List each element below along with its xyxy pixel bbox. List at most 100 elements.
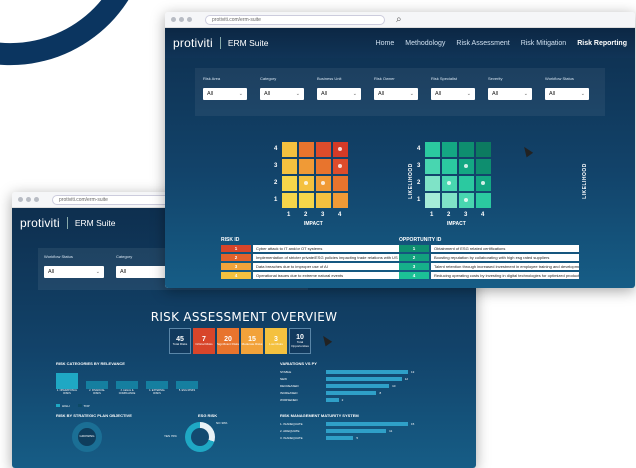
risk-marker[interactable] bbox=[447, 181, 451, 185]
hbar-row[interactable]: NEW 12 bbox=[280, 375, 414, 382]
list-id: 2 bbox=[221, 254, 251, 261]
filter-value: All bbox=[207, 91, 214, 97]
filter-value: All bbox=[264, 91, 271, 97]
suite-title: ERM Suite bbox=[227, 38, 269, 48]
hbar-row[interactable]: DECREASED 10 bbox=[280, 382, 414, 389]
kpi-card[interactable]: 10 Total Opportunities bbox=[289, 328, 311, 354]
brand-logo[interactable]: protiviti bbox=[173, 36, 213, 50]
esg-yes-label: YES 70% bbox=[164, 434, 177, 438]
category-bar[interactable] bbox=[116, 381, 138, 389]
filter-select[interactable]: All ⌄ bbox=[545, 88, 589, 100]
hbar-row[interactable]: INCREASED 8 bbox=[280, 389, 414, 396]
list-row[interactable]: 4 Reducing operating costs by investing i… bbox=[399, 272, 579, 279]
brand-logo[interactable]: protiviti bbox=[20, 216, 60, 230]
filter-value: All bbox=[321, 91, 328, 97]
list-text: Operational issues due to extreme natura… bbox=[253, 272, 401, 279]
window-dot-icon bbox=[179, 17, 184, 22]
category-legend: HIGH TOP bbox=[56, 404, 90, 408]
kpi-card[interactable]: 7 Critical Risks bbox=[193, 328, 215, 354]
heatmap-cell bbox=[459, 176, 474, 191]
menu-risk-assessment[interactable]: Risk Assessment bbox=[456, 40, 509, 47]
window-dot-icon bbox=[34, 197, 39, 202]
hbar bbox=[326, 421, 408, 426]
kpi-card[interactable]: 45 Total Risks bbox=[169, 328, 191, 354]
heatmap-cell bbox=[476, 142, 491, 157]
hbar bbox=[326, 397, 339, 402]
filter-label: Workflow Status bbox=[545, 76, 574, 81]
address-bar[interactable]: protiviti.com/erm-suite bbox=[52, 194, 182, 205]
heatmap-cell bbox=[282, 142, 297, 157]
list-row[interactable]: 1 Cyber attack to IT and/or OT systems bbox=[221, 245, 401, 252]
hbar-row[interactable]: STABLE 13 bbox=[280, 368, 414, 375]
filter-select[interactable]: All ⌄ bbox=[431, 88, 475, 100]
risk-marker[interactable] bbox=[338, 147, 342, 151]
menu-risk-reporting[interactable]: Risk Reporting bbox=[577, 40, 627, 47]
chevron-down-icon: ⌄ bbox=[238, 91, 243, 97]
hbar-row[interactable]: 1. INADEQUATE 15 bbox=[280, 420, 414, 427]
kpi-card[interactable]: 3 Low Risks bbox=[265, 328, 287, 354]
list-row[interactable]: 3 Data breaches due to improper use of AI bbox=[221, 263, 401, 270]
filter-select[interactable]: All ⌄ bbox=[260, 88, 304, 100]
hbar-row[interactable]: WORSENED 2 bbox=[280, 396, 414, 403]
category-label: 3. LEGAL & COMPLIANCE bbox=[118, 389, 136, 395]
filter-label: Business Unit bbox=[317, 76, 342, 81]
y-tick-label: 3 bbox=[274, 163, 278, 169]
x-axis-label: IMPACT bbox=[447, 221, 466, 227]
filter-item: Risk Owner All ⌄ bbox=[374, 76, 418, 108]
list-row[interactable]: 2 Implementation of stricter private/ESG … bbox=[221, 254, 401, 261]
hbar-row[interactable]: 2. ADEQUATE 11 bbox=[280, 427, 414, 434]
filter-select[interactable]: All ⌄ bbox=[317, 88, 361, 100]
filter-select[interactable]: All ⌄ bbox=[374, 88, 418, 100]
filter-select[interactable]: All ⌄ bbox=[488, 88, 532, 100]
address-bar[interactable]: protiviti.com/erm-suite bbox=[205, 14, 385, 25]
filter-select[interactable]: All ⌄ bbox=[44, 266, 104, 278]
category-bar[interactable] bbox=[86, 381, 108, 389]
hbar-label: DECREASED bbox=[280, 383, 299, 388]
chevron-down-icon: ⌄ bbox=[352, 91, 357, 97]
category-bar[interactable] bbox=[176, 381, 198, 389]
list-row[interactable]: 3 Talent retention through increased inve… bbox=[399, 263, 579, 270]
category-label: 5. ESG RISKS bbox=[178, 389, 196, 392]
hbar bbox=[326, 369, 408, 374]
menu-risk-mitigation[interactable]: Risk Mitigation bbox=[521, 40, 567, 47]
list-row[interactable]: 4 Operational issues due to extreme natur… bbox=[221, 272, 401, 279]
kpi-card[interactable]: 15 Moderate Risks bbox=[241, 328, 263, 354]
menu-home[interactable]: Home bbox=[376, 40, 395, 47]
category-bar[interactable] bbox=[146, 381, 168, 389]
list-row[interactable]: 2 Boosting reputation by collaborating wi… bbox=[399, 254, 579, 261]
heatmap-cell bbox=[442, 159, 457, 174]
legend-item: TOP bbox=[77, 404, 90, 408]
category-bar[interactable] bbox=[56, 373, 78, 389]
risk-marker[interactable] bbox=[338, 164, 342, 168]
hbar bbox=[326, 390, 377, 395]
list-text: Boosting reputation by collaborating wit… bbox=[431, 254, 579, 261]
menu-methodology[interactable]: Methodology bbox=[405, 40, 445, 47]
chevron-down-icon: ⌄ bbox=[295, 91, 300, 97]
heatmap-cell bbox=[316, 142, 331, 157]
search-icon[interactable]: ⌕ bbox=[396, 14, 402, 25]
hbar bbox=[326, 428, 387, 433]
filter-select[interactable]: All ⌄ bbox=[203, 88, 247, 100]
browser-chrome: protiviti.com/erm-suite ⌕ bbox=[165, 12, 635, 28]
risk-marker[interactable] bbox=[481, 181, 485, 185]
hbar-value: 12 bbox=[404, 376, 409, 381]
risk-marker[interactable] bbox=[464, 198, 468, 202]
risk-marker[interactable] bbox=[321, 181, 325, 185]
hbar-row[interactable]: 3. INADEQUATE 5 bbox=[280, 434, 414, 441]
legend-item: HIGH bbox=[56, 404, 70, 408]
chevron-down-icon: ⌄ bbox=[523, 91, 528, 97]
filter-label: Risk Area bbox=[203, 76, 221, 81]
filter-item: Risk Specialist All ⌄ bbox=[431, 76, 475, 108]
filter-value: All bbox=[120, 269, 127, 275]
list-text: Talent retention through increased inves… bbox=[431, 263, 579, 270]
risk-marker[interactable] bbox=[464, 164, 468, 168]
risk-marker[interactable] bbox=[304, 181, 308, 185]
y-tick-label: 3 bbox=[417, 163, 421, 169]
list-row[interactable]: 1 Obtainment of ESG related certification… bbox=[399, 245, 579, 252]
hbar-label: 2. ADEQUATE bbox=[280, 428, 300, 433]
heatmap-cell bbox=[299, 159, 314, 174]
heatmap-cell bbox=[425, 159, 440, 174]
x-tick-label: 4 bbox=[338, 212, 342, 218]
kpi-card[interactable]: 20 Significant Risks bbox=[217, 328, 239, 354]
kpi-label: Moderate Risks bbox=[241, 341, 263, 346]
